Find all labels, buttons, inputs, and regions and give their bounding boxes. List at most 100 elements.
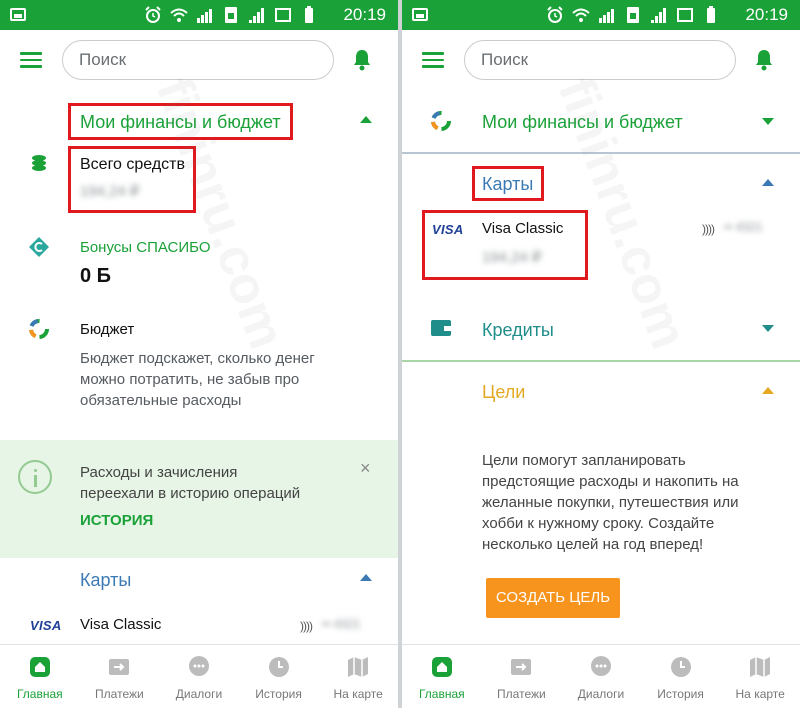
notice-line: переехали в историю операций (80, 485, 301, 502)
contactless-icon: )))) (300, 619, 313, 633)
wallet-icon (431, 320, 451, 336)
nav-label: История (255, 687, 302, 701)
battery-icon (707, 6, 715, 23)
expand-icon[interactable] (762, 325, 774, 332)
app-bar: Поиск (0, 30, 398, 90)
visa-logo: VISA (30, 618, 62, 633)
expand-icon[interactable] (762, 118, 774, 125)
close-icon[interactable]: × (360, 458, 371, 479)
map-icon (750, 657, 771, 677)
screenshot-icon (275, 8, 291, 22)
divider (402, 152, 800, 154)
nav-map[interactable]: На карте (318, 645, 398, 708)
menu-icon[interactable] (20, 52, 42, 68)
right-screen: 20:19 Поиск Мои финансы и бюджет Карты V… (402, 0, 800, 708)
card-number: •• 4321 (322, 617, 361, 631)
clock-icon (670, 657, 691, 677)
search-input[interactable]: Поиск (62, 40, 334, 80)
nav-label: Диалоги (577, 687, 625, 701)
status-time: 20:19 (745, 5, 788, 24)
app-bar: Поиск (402, 30, 800, 90)
signal-icon (197, 9, 212, 23)
signal-icon (599, 9, 614, 23)
nav-map[interactable]: На карте (720, 645, 800, 708)
nav-label: Диалоги (175, 687, 223, 701)
nav-history[interactable]: История (641, 645, 721, 708)
alarm-icon (145, 6, 161, 23)
bonus-label[interactable]: Бонусы СПАСИБО (80, 239, 211, 256)
goals-desc-line: предстоящие расходы и накопить на (482, 473, 739, 490)
notice-text: Расходы и зачисления переехали в историю… (80, 462, 300, 504)
dialogs-icon (188, 656, 209, 676)
nav-dialogs[interactable]: Диалоги (561, 645, 641, 708)
section-credits-title[interactable]: Кредиты (482, 320, 554, 341)
goals-desc-line: несколько целей на год вперед! (482, 536, 704, 553)
dialogs-icon (590, 656, 611, 676)
gallery-icon (412, 8, 428, 21)
wifi-icon (572, 8, 590, 22)
nav-history[interactable]: История (239, 645, 319, 708)
map-icon (348, 657, 369, 677)
section-finance-title[interactable]: Мои финансы и бюджет (80, 112, 281, 133)
nav-payments[interactable]: Платежи (80, 645, 160, 708)
nav-label: Главная (418, 687, 465, 701)
goals-desc-line: желанные покупки, путешествия или (482, 494, 739, 511)
sim-icon (627, 7, 639, 23)
bonus-value: 0 Б (80, 265, 112, 287)
battery-icon (305, 6, 313, 23)
nav-label: История (657, 687, 704, 701)
nav-label: Главная (16, 687, 63, 701)
budget-desc-line: Бюджет подскажет, сколько денег (80, 350, 315, 367)
bell-icon[interactable] (350, 48, 374, 72)
create-goal-button[interactable]: СОЗДАТЬ ЦЕЛЬ (486, 578, 620, 618)
menu-icon[interactable] (422, 52, 444, 68)
gallery-icon (10, 8, 26, 21)
nav-payments[interactable]: Платежи (482, 645, 562, 708)
nav-home[interactable]: Главная (0, 645, 80, 708)
mobile-data-icon (651, 8, 666, 23)
budget-desc-line: обязательные расходы (80, 392, 242, 409)
sim-icon (225, 7, 237, 23)
bottom-nav: Главная Платежи Диалоги История На карте (0, 644, 398, 708)
coins-icon (32, 155, 46, 171)
collapse-icon[interactable] (762, 387, 774, 394)
bottom-nav: Главная Платежи Диалоги История На карте (402, 644, 800, 708)
left-screen: 20:19 Поиск Мои финансы и бюджет Всего с… (0, 0, 398, 708)
alarm-icon (547, 6, 563, 23)
nav-label: Платежи (497, 687, 546, 701)
budget-desc-line: можно потратить, не забыв про (80, 371, 300, 388)
goals-description: Цели помогут запланировать предстоящие р… (482, 450, 782, 555)
home-icon (29, 657, 50, 677)
info-icon (18, 460, 52, 494)
collapse-icon[interactable] (360, 116, 372, 123)
nav-label: Платежи (95, 687, 144, 701)
budget-icon (431, 111, 451, 131)
budget-icon (29, 319, 49, 339)
nav-dialogs[interactable]: Диалоги (159, 645, 239, 708)
status-bar: 20:19 (402, 0, 800, 30)
card-number: •• 4321 (724, 220, 763, 234)
total-funds-label: Всего средств (80, 156, 186, 173)
history-notice: Расходы и зачисления переехали в историю… (0, 440, 398, 558)
section-cards-title[interactable]: Карты (482, 174, 533, 195)
goals-desc-line: Цели помогут запланировать (482, 452, 686, 469)
bell-icon[interactable] (752, 48, 776, 72)
payments-icon (109, 659, 130, 675)
goals-desc-line: хобби к нужному сроку. Создайте (482, 515, 715, 532)
notice-line: Расходы и зачисления (80, 464, 238, 481)
mobile-data-icon (249, 8, 264, 23)
card-name[interactable]: Visa Classic (482, 220, 563, 237)
search-input[interactable]: Поиск (464, 40, 736, 80)
collapse-icon[interactable] (360, 574, 372, 581)
card-name[interactable]: Visa Classic (80, 616, 161, 633)
budget-label[interactable]: Бюджет (80, 321, 134, 338)
nav-home[interactable]: Главная (402, 645, 482, 708)
status-bar: 20:19 (0, 0, 398, 30)
home-icon (431, 657, 452, 677)
section-finance-title[interactable]: Мои финансы и бюджет (482, 112, 683, 133)
history-link[interactable]: ИСТОРИЯ (80, 512, 153, 529)
collapse-icon[interactable] (762, 179, 774, 186)
section-cards-title[interactable]: Карты (80, 570, 131, 591)
card-balance: 194,24 ₽ (482, 249, 542, 266)
section-goals-title[interactable]: Цели (482, 382, 525, 403)
